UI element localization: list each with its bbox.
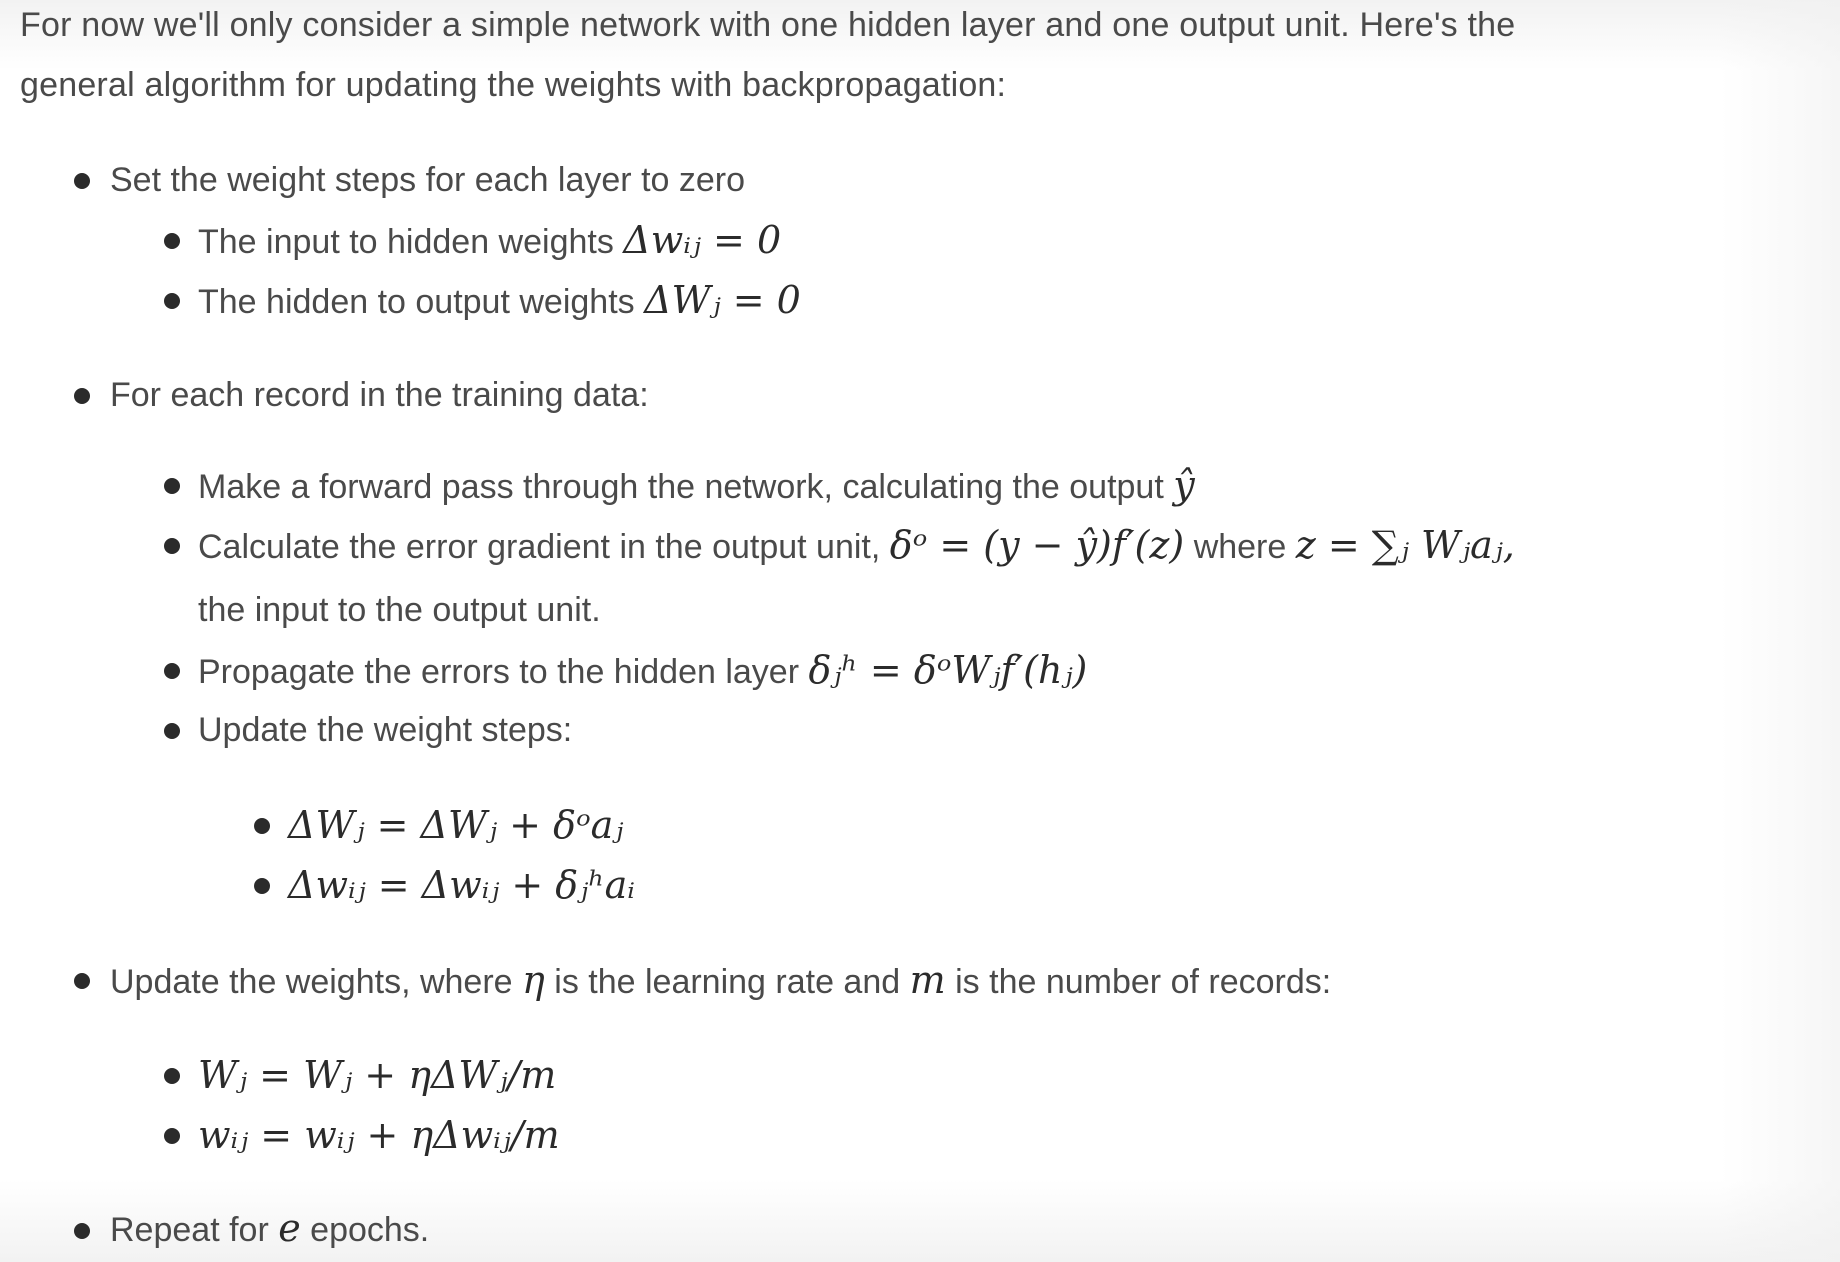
- repeat-text-before: Repeat for: [110, 1211, 269, 1249]
- hidden-output-text: The hidden to output weights: [198, 283, 635, 321]
- error-z-math: z = ∑ⱼ Wⱼaⱼ,: [1295, 523, 1515, 567]
- intro-line-2: general algorithm for updating the weigh…: [20, 66, 1007, 104]
- bullet-l1: [74, 173, 90, 189]
- bullet-l1: [74, 1223, 90, 1239]
- step-set-zero: Set the weight steps for each layer to z…: [110, 161, 746, 199]
- update-weights-text-before: Update the weights, where: [110, 963, 513, 1001]
- e-symbol: e: [278, 1206, 301, 1250]
- formula-update-W: Wⱼ = Wⱼ + ηΔWⱼ/m: [198, 1045, 556, 1105]
- step-input-hidden: The input to hidden weights Δwᵢⱼ = 0: [198, 210, 781, 270]
- update-w-math: wᵢⱼ = wᵢⱼ + ηΔwᵢⱼ/m: [198, 1113, 560, 1157]
- edge-fade: [1720, 0, 1840, 1262]
- bullet-l3: [254, 818, 270, 834]
- step-error-gradient: Calculate the error gradient in the outp…: [198, 515, 1515, 575]
- step-update-steps: Update the weight steps:: [198, 711, 573, 749]
- bullet-l2: [164, 538, 180, 554]
- hidden-output-math: ΔWⱼ = 0: [644, 278, 801, 322]
- bullet-l2: [164, 723, 180, 739]
- bullet-l2: [164, 233, 180, 249]
- formula-update-W-step: ΔWⱼ = ΔWⱼ + δᵒaⱼ: [288, 795, 623, 855]
- eta-symbol: η: [522, 958, 545, 1002]
- step-propagate: Propagate the errors to the hidden layer…: [198, 640, 1087, 700]
- error-where: where: [1193, 528, 1287, 566]
- step-each-record: For each record in the training data:: [110, 376, 649, 414]
- error-text: Calculate the error gradient in the outp…: [198, 528, 881, 566]
- propagate-math: δⱼʰ = δᵒWⱼf′(hⱼ): [808, 648, 1088, 692]
- document-page: For now we'll only consider a simple net…: [0, 0, 1840, 1262]
- intro-line-1: For now we'll only consider a simple net…: [20, 6, 1516, 44]
- bullet-l2: [164, 663, 180, 679]
- error-continuation: the input to the output unit.: [198, 591, 601, 629]
- bullet-l2: [164, 1068, 180, 1084]
- m-symbol: m: [909, 958, 946, 1002]
- step-repeat: Repeat for e epochs.: [110, 1198, 429, 1258]
- update-W-math: Wⱼ = Wⱼ + ηΔWⱼ/m: [198, 1053, 557, 1097]
- forward-math: ŷ: [1173, 463, 1195, 507]
- update-weights-text-middle: is the learning rate and: [554, 963, 901, 1001]
- formula-update-w: wᵢⱼ = wᵢⱼ + ηΔwᵢⱼ/m: [198, 1105, 560, 1165]
- update-w-step-math: Δwᵢⱼ = Δwᵢⱼ + δⱼʰaᵢ: [288, 863, 635, 907]
- bullet-l1: [74, 388, 90, 404]
- formula-update-w-step: Δwᵢⱼ = Δwᵢⱼ + δⱼʰaᵢ: [288, 855, 635, 915]
- repeat-text-after: epochs.: [310, 1211, 430, 1249]
- step-forward-pass: Make a forward pass through the network,…: [198, 455, 1195, 515]
- input-hidden-math: Δwᵢⱼ = 0: [623, 218, 782, 262]
- bullet-l2: [164, 478, 180, 494]
- bullet-l2: [164, 293, 180, 309]
- forward-text: Make a forward pass through the network,…: [198, 468, 1164, 506]
- error-math: δᵒ = (y − ŷ)f′(z): [889, 523, 1185, 567]
- update-weights-text-after: is the number of records:: [955, 963, 1332, 1001]
- step-update-weights: Update the weights, where η is the learn…: [110, 950, 1331, 1010]
- bullet-l1: [74, 973, 90, 989]
- input-hidden-text: The input to hidden weights: [198, 223, 614, 261]
- bullet-l2: [164, 1128, 180, 1144]
- propagate-text: Propagate the errors to the hidden layer: [198, 653, 800, 691]
- step-hidden-output: The hidden to output weights ΔWⱼ = 0: [198, 270, 801, 330]
- update-W-step-math: ΔWⱼ = ΔWⱼ + δᵒaⱼ: [288, 803, 624, 847]
- bullet-l3: [254, 878, 270, 894]
